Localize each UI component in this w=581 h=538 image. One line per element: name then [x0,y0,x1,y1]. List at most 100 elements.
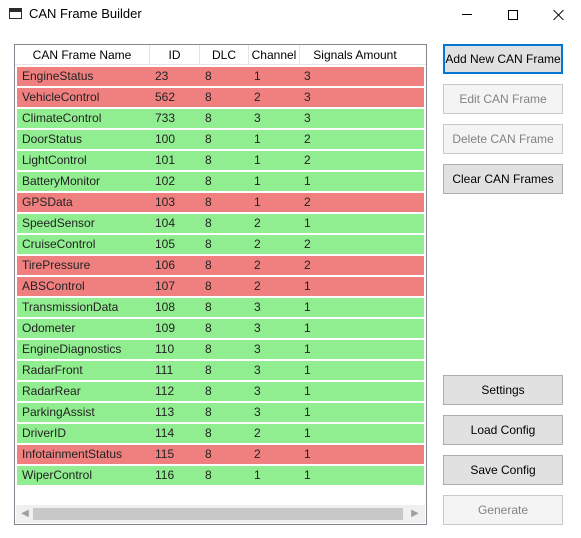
minimize-button[interactable] [445,0,489,29]
table-row[interactable]: Odometer 109 8 3 1 [17,319,424,338]
cell-channel: 3 [254,384,261,398]
cell-dlc: 8 [205,132,212,146]
scroll-right-icon[interactable]: ▶ [410,509,420,519]
cell-frame-name: TirePressure [22,258,91,272]
cell-channel: 1 [254,132,261,146]
cell-id: 111 [155,363,174,377]
cell-dlc: 8 [205,363,212,377]
add-can-frame-button[interactable]: Add New CAN Frame [443,44,563,74]
column-header-channel[interactable]: Channel [249,45,300,65]
cell-id: 105 [155,237,176,251]
table-row[interactable]: ClimateControl 733 8 3 3 [17,109,424,128]
cell-signals: 2 [304,132,311,146]
cell-signals: 1 [304,279,311,293]
load-config-button[interactable]: Load Config [443,415,563,445]
table-row[interactable]: TirePressure 106 8 2 2 [17,256,424,275]
maximize-icon [508,9,518,20]
cell-frame-name: LightControl [22,153,87,167]
cell-signals: 1 [304,405,311,419]
cell-frame-name: SpeedSensor [22,216,95,230]
table-row[interactable]: EngineStatus 23 8 1 3 [17,67,424,86]
cell-frame-name: DoorStatus [22,132,83,146]
cell-dlc: 8 [205,300,212,314]
cell-channel: 3 [254,300,261,314]
column-header-dlc[interactable]: DLC [200,45,249,65]
cell-frame-name: VehicleControl [22,90,100,104]
cell-frame-name: RadarRear [22,384,81,398]
cell-signals: 2 [304,195,311,209]
can-frame-grid[interactable]: CAN Frame Name ID DLC Channel Signals Am… [14,44,427,525]
maximize-button[interactable] [491,0,535,29]
cell-frame-name: ParkingAssist [22,405,95,419]
cell-channel: 3 [254,321,261,335]
table-row[interactable]: TransmissionData 108 8 3 1 [17,298,424,317]
cell-channel: 1 [254,195,261,209]
cell-dlc: 8 [205,447,212,461]
app-window-icon [9,8,22,19]
cell-id: 733 [155,111,176,125]
table-row[interactable]: VehicleControl 562 8 2 3 [17,88,424,107]
table-row[interactable]: DriverID 114 8 2 1 [17,424,424,443]
cell-signals: 3 [304,111,311,125]
close-icon [553,9,565,21]
table-row[interactable]: RadarRear 112 8 3 1 [17,382,424,401]
horizontal-scrollbar[interactable]: ◀ ▶ [16,505,425,523]
cell-frame-name: RadarFront [22,363,83,377]
cell-signals: 3 [304,69,311,83]
cell-frame-name: ClimateControl [22,111,102,125]
table-row[interactable]: BatteryMonitor 102 8 1 1 [17,172,424,191]
cell-frame-name: GPSData [22,195,73,209]
cell-channel: 3 [254,342,261,356]
table-row[interactable]: WiperControl 116 8 1 1 [17,466,424,485]
table-row[interactable]: CruiseControl 105 8 2 2 [17,235,424,254]
cell-frame-name: EngineStatus [22,69,94,83]
cell-frame-name: Odometer [22,321,76,335]
cell-frame-name: TransmissionData [22,300,119,314]
table-row[interactable]: RadarFront 111 8 3 1 [17,361,424,380]
table-row[interactable]: ABSControl 107 8 2 1 [17,277,424,296]
settings-button[interactable]: Settings [443,375,563,405]
cell-id: 109 [155,321,176,335]
table-row[interactable]: InfotainmentStatus 115 8 2 1 [17,445,424,464]
save-config-button[interactable]: Save Config [443,455,563,485]
table-row[interactable]: SpeedSensor 104 8 2 1 [17,214,424,233]
delete-can-frame-button[interactable]: Delete CAN Frame [443,124,563,154]
clear-can-frames-button[interactable]: Clear CAN Frames [443,164,563,194]
cell-dlc: 8 [205,384,212,398]
cell-signals: 1 [304,384,311,398]
cell-id: 103 [155,195,176,209]
column-header-signals[interactable]: Signals Amount [300,45,410,65]
cell-signals: 1 [304,174,311,188]
table-row[interactable]: EngineDiagnostics 110 8 3 1 [17,340,424,359]
cell-dlc: 8 [205,342,212,356]
generate-button[interactable]: Generate [443,495,563,525]
cell-id: 23 [155,69,169,83]
column-header-id[interactable]: ID [150,45,200,65]
cell-channel: 3 [254,405,261,419]
cell-frame-name: CruiseControl [22,237,96,251]
cell-id: 100 [155,132,176,146]
edit-can-frame-button[interactable]: Edit CAN Frame [443,84,563,114]
cell-dlc: 8 [205,405,212,419]
cell-signals: 1 [304,342,311,356]
table-row[interactable]: DoorStatus 100 8 1 2 [17,130,424,149]
table-row[interactable]: GPSData 103 8 1 2 [17,193,424,212]
cell-dlc: 8 [205,174,212,188]
cell-id: 112 [155,384,175,398]
column-header-name[interactable]: CAN Frame Name [15,45,150,65]
close-button[interactable] [537,0,581,29]
cell-dlc: 8 [205,468,212,482]
cell-signals: 1 [304,321,311,335]
scrollbar-thumb[interactable] [33,508,403,520]
scroll-left-icon[interactable]: ◀ [20,509,30,519]
cell-frame-name: ABSControl [22,279,85,293]
cell-channel: 2 [254,258,261,272]
grid-header: CAN Frame Name ID DLC Channel Signals Am… [15,45,426,65]
cell-dlc: 8 [205,90,212,104]
cell-dlc: 8 [205,111,212,125]
table-row[interactable]: ParkingAssist 113 8 3 1 [17,403,424,422]
cell-frame-name: EngineDiagnostics [22,342,122,356]
table-row[interactable]: LightControl 101 8 1 2 [17,151,424,170]
cell-channel: 3 [254,111,261,125]
cell-dlc: 8 [205,321,212,335]
